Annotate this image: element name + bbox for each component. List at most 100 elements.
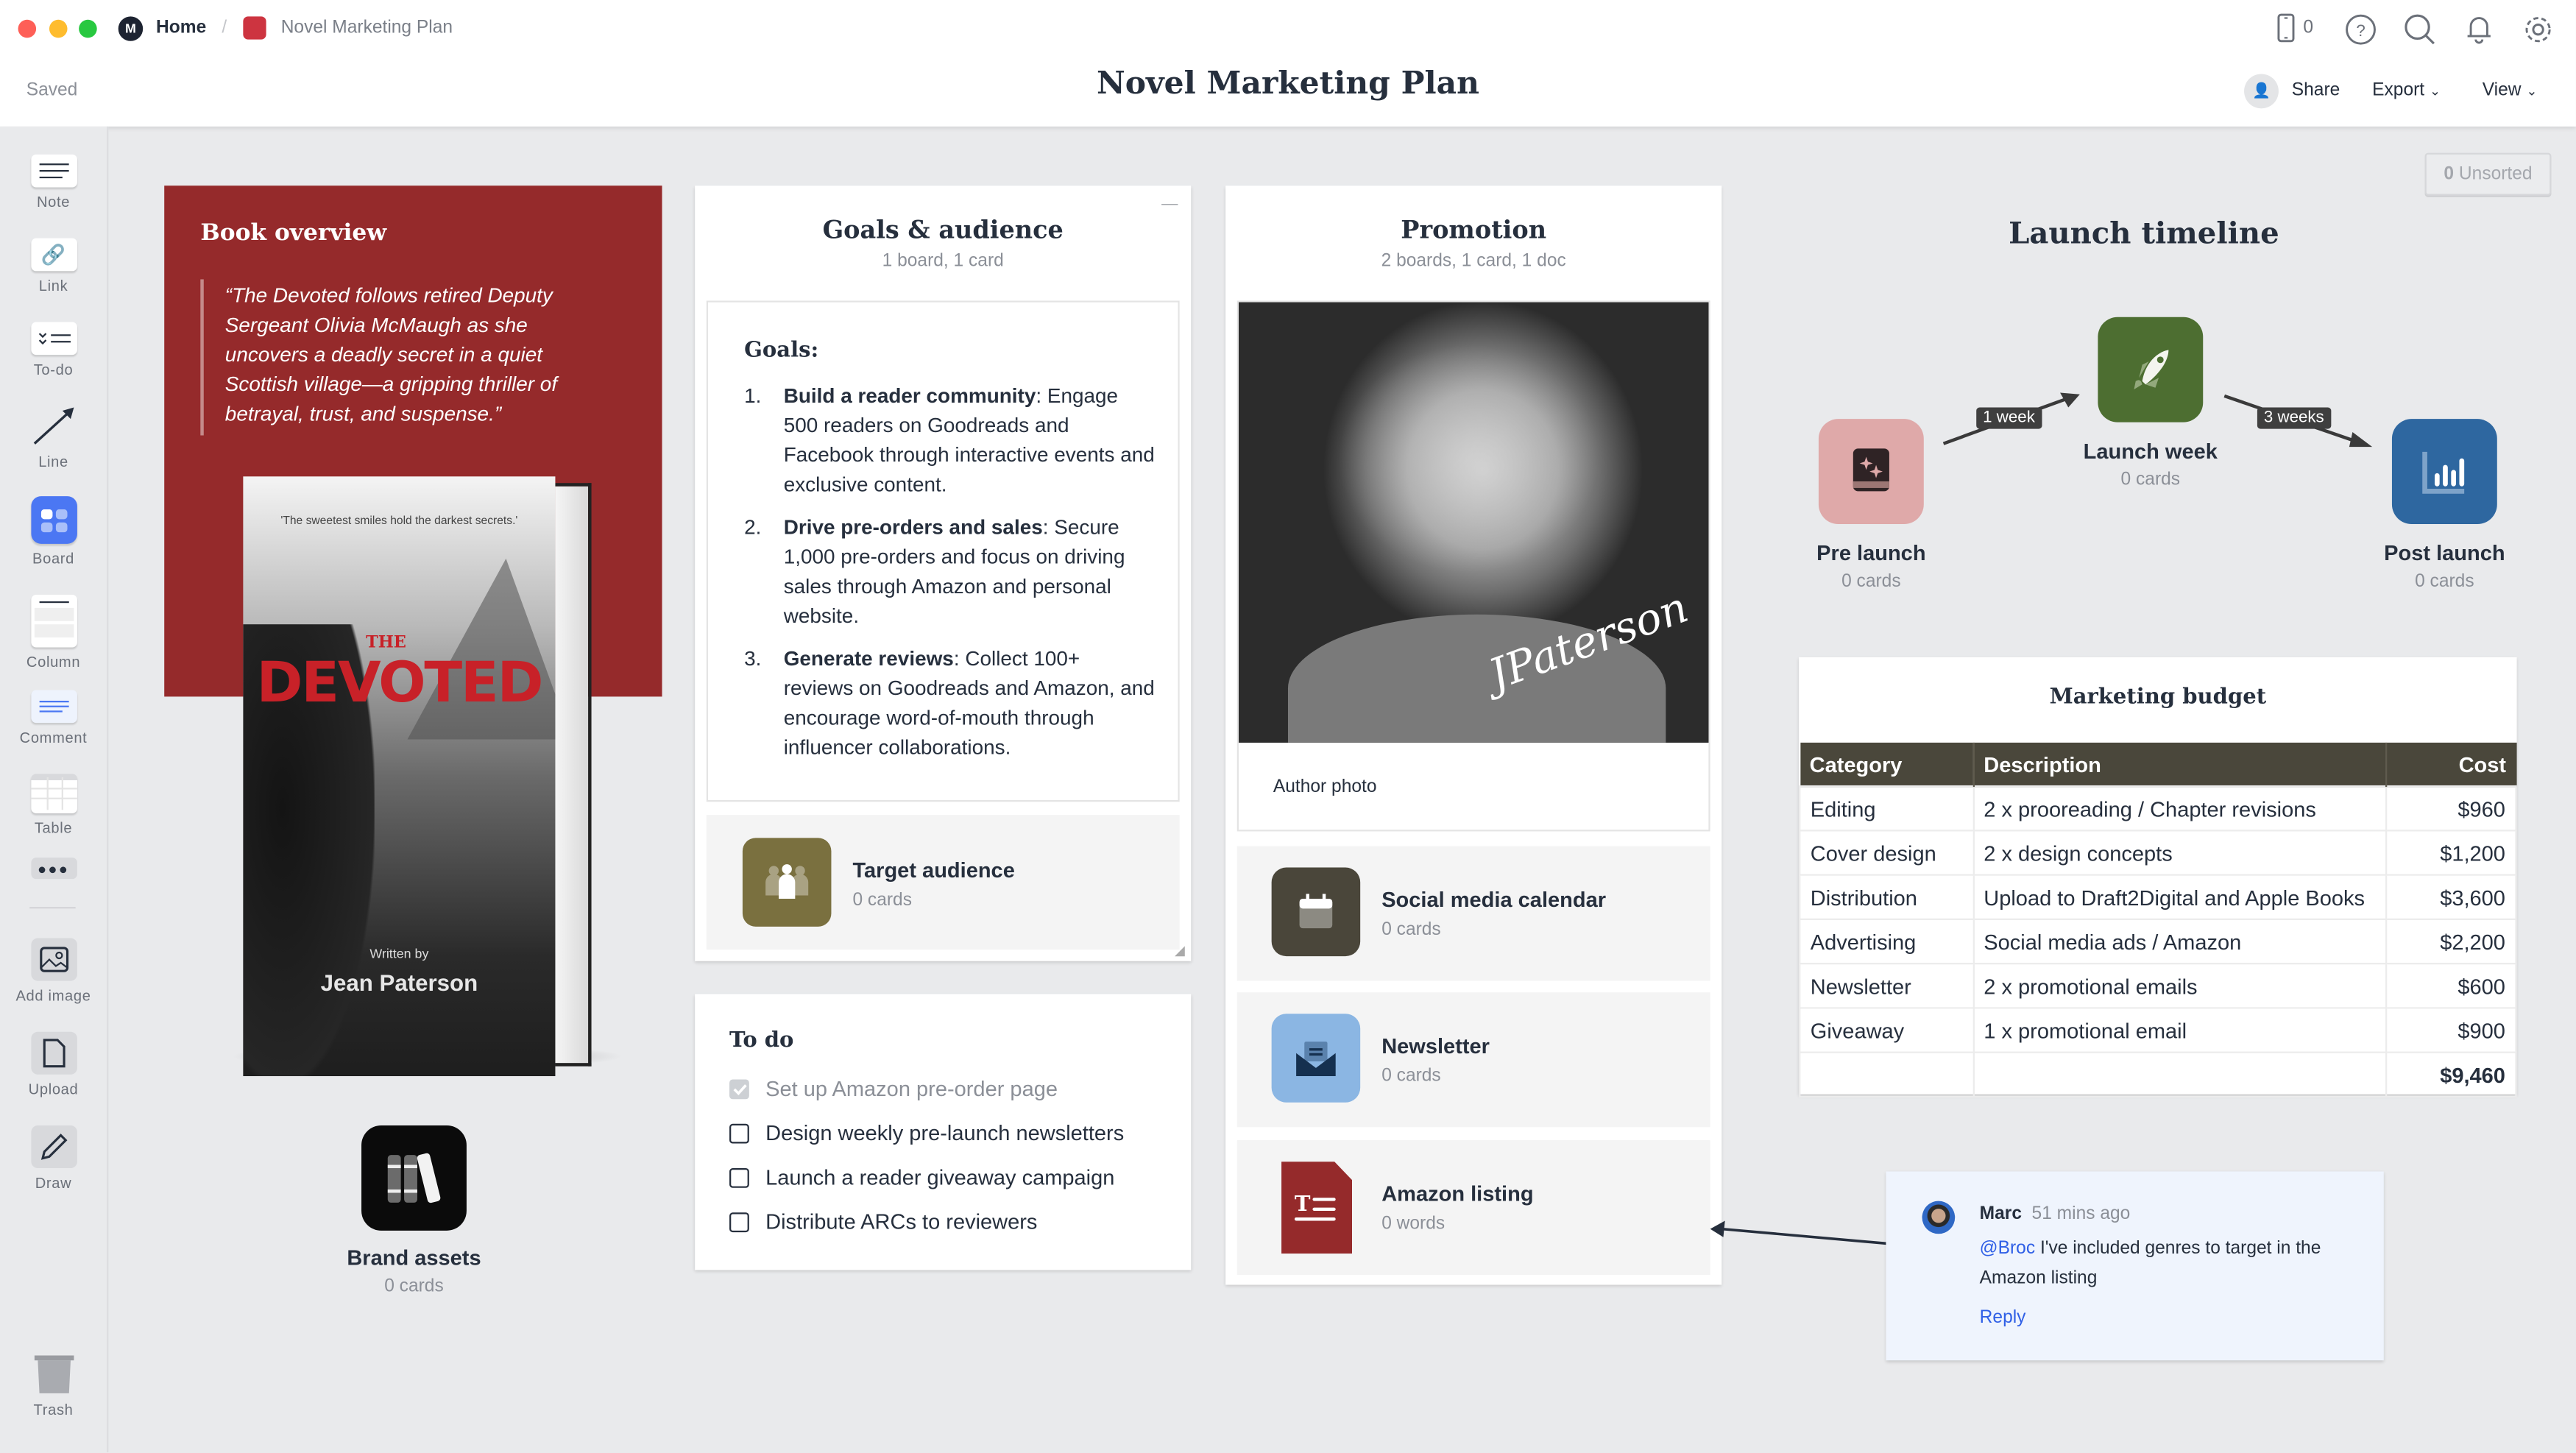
export-button[interactable]: Export ⌄ [2372, 80, 2441, 100]
tool-upload[interactable]: Upload [0, 1031, 107, 1097]
cell-cost[interactable]: $600 [2384, 963, 2517, 1009]
cell-category[interactable]: Cover design [1799, 830, 1974, 876]
tool-todo[interactable]: To-do [0, 322, 107, 378]
promotion-column[interactable]: Promotion 2 boards, 1 card, 1 doc JPater… [1225, 185, 1722, 1285]
avatar[interactable] [1922, 1201, 1956, 1234]
tool-draw[interactable]: Draw [0, 1125, 107, 1191]
view-button[interactable]: View ⌄ [2483, 80, 2538, 100]
brand-assets-board[interactable]: Brand assets 0 cards [328, 1125, 499, 1296]
cell-category[interactable]: Advertising [1799, 918, 1974, 965]
reply-button[interactable]: Reply [1980, 1308, 2026, 1328]
amazon-listing-doc[interactable]: T Amazon listing 0 words [1236, 1140, 1710, 1276]
cell-category[interactable]: Editing [1799, 785, 1974, 832]
book-cover-image[interactable]: 'The sweetest smiles hold the darkest se… [197, 476, 641, 1084]
cell-category[interactable]: Giveaway [1799, 1007, 1974, 1053]
header-description[interactable]: Description [1972, 742, 2387, 787]
cell-description[interactable]: Social media ads / Amazon [1972, 918, 2387, 965]
breadcrumb-current[interactable]: Novel Marketing Plan [281, 18, 453, 38]
settings-gear-icon[interactable] [2522, 13, 2555, 54]
tool-table[interactable]: Table [0, 774, 107, 836]
author-photo-card[interactable]: JPaterson Author photo [1236, 300, 1710, 832]
newsletter-board[interactable]: Newsletter 0 cards [1236, 992, 1710, 1128]
pre-launch-board[interactable]: Pre launch 0 cards [1804, 419, 1939, 592]
goal-text: Drive pre-orders and sales: Secure 1,000… [784, 512, 1155, 631]
todo-list[interactable]: To do Set up Amazon pre-order page Desig… [695, 994, 1192, 1270]
todo-item[interactable]: Design weekly pre-launch newsletters [729, 1111, 1173, 1155]
cell-description[interactable]: 2 x prooreading / Chapter revisions [1972, 785, 2387, 832]
column-title[interactable]: Goals & audience [695, 215, 1191, 244]
target-audience-title: Target audience [852, 858, 1015, 883]
column-subtitle: 2 boards, 1 card, 1 doc [1381, 251, 1566, 272]
window-maximize-button[interactable] [79, 19, 97, 38]
cell-description[interactable]: 2 x design concepts [1972, 830, 2387, 876]
marketing-budget-table[interactable]: Marketing budget Category Description Co… [1799, 657, 2517, 1098]
cell-cost[interactable]: $960 [2384, 785, 2517, 832]
tool-add-image[interactable]: Add image [0, 938, 107, 1004]
comment-thread[interactable]: Marc 51 mins ago @Broc I've included gen… [1886, 1171, 2384, 1361]
tool-board[interactable]: Board [0, 496, 107, 567]
cell-empty[interactable] [1799, 1051, 1974, 1098]
tool-comment[interactable]: Comment [0, 690, 107, 746]
column-title[interactable]: Promotion [1225, 215, 1722, 244]
cell-description[interactable]: 2 x promotional emails [1972, 963, 2387, 1009]
tool-link[interactable]: 🔗 Link [0, 238, 107, 294]
unsorted-button[interactable]: 0 Unsorted [2424, 152, 2552, 196]
launch-week-board[interactable]: Launch week 0 cards [2070, 317, 2231, 489]
goals-audience-column[interactable]: — Goals & audience 1 board, 1 card Goals… [695, 185, 1192, 961]
cell-total[interactable]: $9,460 [2384, 1051, 2517, 1098]
comment-arrow-line[interactable] [1722, 1227, 1890, 1245]
cell-cost[interactable]: $1,200 [2384, 830, 2517, 876]
book-overview-title: Book overview [200, 220, 387, 247]
window-minimize-button[interactable] [49, 19, 68, 38]
goals-note[interactable]: Goals: 1. Build a reader community: Enga… [706, 300, 1180, 802]
line-icon [0, 403, 107, 447]
checkbox[interactable] [729, 1167, 749, 1187]
todo-item[interactable]: Launch a reader giveaway campaign [729, 1155, 1173, 1199]
window-close-button[interactable] [18, 19, 37, 38]
cell-cost[interactable]: $2,200 [2384, 918, 2517, 965]
cell-empty[interactable] [1972, 1051, 2387, 1098]
header-cost[interactable]: Cost [2385, 742, 2516, 787]
share-button[interactable]: Share [2292, 80, 2340, 100]
target-audience-board[interactable]: Target audience 0 cards [706, 815, 1180, 950]
collapse-icon[interactable]: — [1161, 196, 1178, 214]
tool-sidebar: Note 🔗 Link To-do Line Board Column Comm… [0, 126, 109, 1453]
checkbox-checked[interactable] [729, 1078, 749, 1099]
file-icon [30, 1031, 77, 1075]
pencil-icon [30, 1125, 77, 1169]
comment-author[interactable]: Marc [1980, 1204, 2022, 1224]
checkbox[interactable] [729, 1212, 749, 1231]
checkbox[interactable] [729, 1123, 749, 1143]
milanote-logo-icon[interactable]: M [118, 16, 144, 41]
tool-note[interactable]: Note [0, 154, 107, 211]
post-launch-board[interactable]: Post launch 0 cards [2372, 419, 2516, 592]
header-category[interactable]: Category [1800, 742, 1974, 787]
cell-cost[interactable]: $900 [2384, 1007, 2517, 1053]
social-media-calendar-board[interactable]: Social media calendar 0 cards [1236, 846, 1710, 981]
cell-description[interactable]: Upload to Draft2Digital and Apple Books [1972, 874, 2387, 920]
cell-cost[interactable]: $3,600 [2384, 874, 2517, 920]
author-photo: JPaterson [1239, 302, 1709, 743]
cell-category[interactable]: Distribution [1799, 874, 1974, 920]
breadcrumb-home[interactable]: Home [156, 18, 206, 38]
notifications-bell-icon[interactable] [2463, 13, 2496, 54]
tool-more[interactable]: ●●● [0, 858, 107, 880]
resize-handle[interactable]: ◢ [1175, 943, 1185, 958]
timeline-title[interactable]: Launch timeline [1972, 217, 2317, 252]
cell-category[interactable]: Newsletter [1799, 963, 1974, 1009]
share-user-add-icon[interactable]: 👤 [2244, 74, 2279, 109]
tool-trash[interactable]: Trash [0, 1355, 107, 1418]
search-icon[interactable] [2404, 13, 2437, 54]
cell-description[interactable]: 1 x promotional email [1972, 1007, 2387, 1053]
connector-label[interactable]: 3 weeks [2257, 407, 2331, 429]
book-pages [555, 483, 592, 1067]
todo-item[interactable]: Distribute ARCs to reviewers [729, 1199, 1173, 1243]
help-icon[interactable]: ? [2344, 13, 2377, 54]
mention-link[interactable]: @Broc [1980, 1239, 2035, 1259]
connector-label[interactable]: 1 week [1976, 407, 2042, 429]
mobile-device-icon[interactable] [2277, 13, 2296, 51]
tool-column[interactable]: Column [0, 595, 107, 671]
todo-item[interactable]: Set up Amazon pre-order page [729, 1067, 1173, 1111]
page-title[interactable]: Novel Marketing Plan [0, 66, 2576, 102]
tool-line[interactable]: Line [0, 403, 107, 470]
